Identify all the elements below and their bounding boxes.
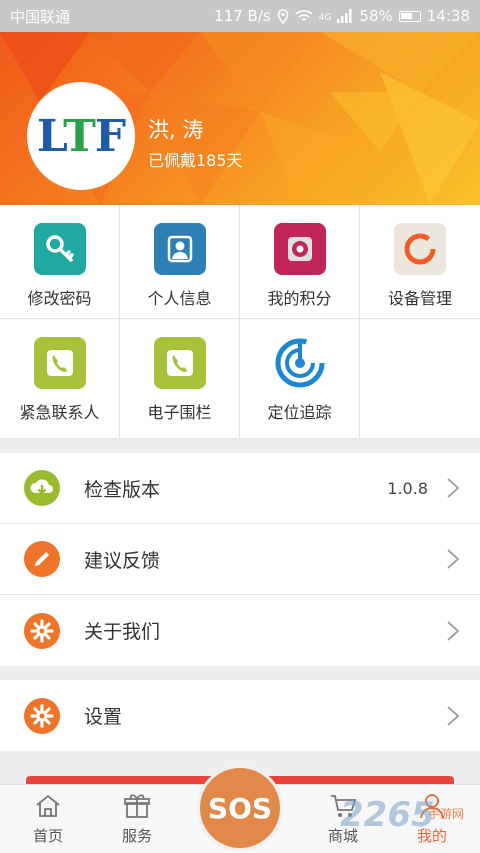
grid-item-personal-info[interactable]: 个人信息 xyxy=(120,205,240,319)
grid-item-label: 定位追踪 xyxy=(267,403,332,422)
chevron-right-icon xyxy=(447,549,460,569)
person-icon xyxy=(153,223,206,275)
grid-item-label: 个人信息 xyxy=(147,289,212,308)
chevron-right-icon xyxy=(447,478,460,498)
device-ring-icon xyxy=(394,223,446,275)
grid-item-device-management[interactable]: 设备管理 xyxy=(360,205,480,319)
signal-icon xyxy=(337,9,352,23)
grid-item-label: 电子围栏 xyxy=(147,403,212,422)
gear-icon xyxy=(24,697,60,734)
menu-item-label: 关于我们 xyxy=(84,621,161,643)
grid-item-label: 紧急联系人 xyxy=(19,403,100,422)
grid-item-location-tracking[interactable]: 定位追踪 xyxy=(240,319,360,439)
chevron-right-icon xyxy=(447,620,460,641)
avatar[interactable]: LTF xyxy=(27,82,135,190)
tab-home[interactable]: 首页 xyxy=(18,793,78,846)
menu-item-about-us[interactable]: 关于我们 xyxy=(0,595,480,666)
menu-item-label: 建议反馈 xyxy=(84,549,161,572)
tab-label: 服务 xyxy=(121,827,152,845)
battery-icon xyxy=(398,10,421,22)
user-name: 洪, 涛 xyxy=(148,118,204,142)
menu-item-feedback[interactable]: 建议反馈 xyxy=(0,524,480,595)
gear-icon xyxy=(24,612,60,649)
grid-item-label: 我的积分 xyxy=(267,289,332,308)
network-speed: 117 B/s xyxy=(214,7,271,25)
tab-service[interactable]: 服务 xyxy=(107,793,167,846)
menu-item-settings[interactable]: 设置 xyxy=(0,680,480,751)
grid-item-empty xyxy=(360,319,480,439)
menu-item-label: 检查版本 xyxy=(84,478,161,501)
menu-item-label: 设置 xyxy=(84,706,123,728)
wifi-icon xyxy=(295,10,313,21)
clock: 14:38 xyxy=(426,7,470,25)
cloud-download-icon xyxy=(24,470,60,506)
menu-section-2: 设置 xyxy=(0,680,480,751)
pencil-icon xyxy=(24,541,60,577)
grid-item-emergency-contact[interactable]: 紧急联系人 xyxy=(0,319,120,439)
grid-item-my-points[interactable]: 我的积分 xyxy=(240,205,360,319)
grid-item-label: 修改密码 xyxy=(27,289,92,308)
battery-percent: 58% xyxy=(359,7,393,25)
menu-section-1: 检查版本 1.0.8 建议反馈 关于我们 xyxy=(0,453,480,666)
tab-label: 首页 xyxy=(32,827,63,845)
version-value: 1.0.8 xyxy=(387,478,428,498)
grid-item-label: 设备管理 xyxy=(387,289,452,308)
phone-icon xyxy=(153,337,206,389)
status-bar: 中国联通 117 B/s 4G 58% 14:38 xyxy=(0,0,480,32)
worn-days: 已佩戴185天 xyxy=(148,151,243,170)
location-icon xyxy=(277,8,289,24)
points-icon xyxy=(273,223,326,275)
phone-icon xyxy=(33,337,86,389)
carrier-name: 中国联通 xyxy=(10,7,71,26)
gift-icon xyxy=(124,794,150,818)
key-icon xyxy=(33,223,86,275)
radar-icon xyxy=(274,337,326,389)
brand-logo: LTF xyxy=(36,110,126,162)
grid-item-change-password[interactable]: 修改密码 xyxy=(0,205,120,319)
function-grid: 修改密码 个人信息 我的积分 设备管理 紧急联系人 电子围栏 定位追踪 xyxy=(0,205,480,439)
watermark-caption: 手游网 xyxy=(428,807,465,821)
home-icon xyxy=(36,794,60,817)
profile-banner: LTF 洪, 涛 已佩戴185天 xyxy=(0,32,480,205)
chevron-right-icon xyxy=(447,705,460,726)
grid-item-geofence[interactable]: 电子围栏 xyxy=(120,319,240,439)
menu-item-check-version[interactable]: 检查版本 1.0.8 xyxy=(0,453,480,524)
network-type: 4G xyxy=(318,13,332,23)
watermark: 2265 xyxy=(340,795,435,835)
sos-button[interactable]: SOS xyxy=(197,765,283,851)
